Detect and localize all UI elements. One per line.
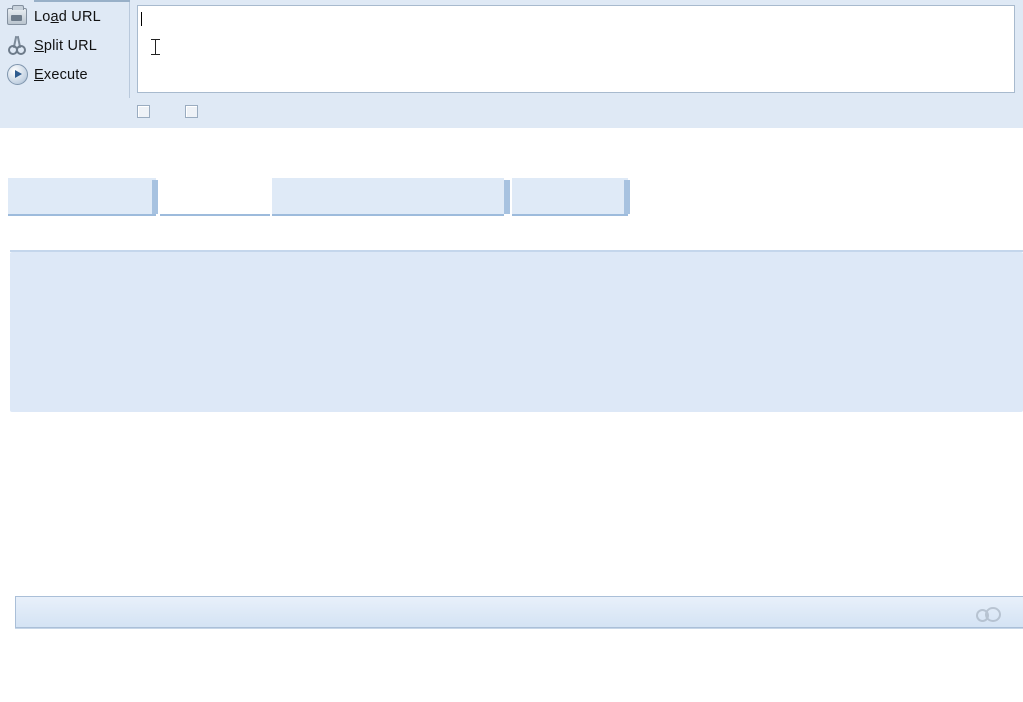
browser-page-content [0, 128, 1023, 637]
warning-message-row [0, 686, 1023, 702]
execute-label: Execute [34, 66, 88, 83]
tab-1[interactable] [8, 178, 156, 216]
mouse-ibeam-cursor [151, 38, 160, 56]
results-table-header [15, 596, 1023, 628]
hackbar-panel: Load URL Split URL Execute [0, 0, 1023, 128]
hackbar-options [137, 100, 206, 122]
site-tab-strip[interactable] [0, 178, 640, 218]
text-caret [141, 12, 142, 26]
site-nav-bar-redacted[interactable] [0, 136, 630, 166]
load-url-button[interactable]: Load URL [0, 2, 129, 31]
tab-divider [152, 180, 158, 214]
tab-2[interactable] [160, 178, 270, 216]
cloud-icon [976, 606, 1002, 623]
tab-4[interactable] [512, 178, 628, 216]
enable-referrer-checkbox[interactable] [185, 104, 206, 118]
url-input[interactable] [137, 5, 1015, 93]
hackbar-action-list: Load URL Split URL Execute [0, 2, 130, 98]
scissors-icon [0, 31, 34, 60]
hot-browse-panel [10, 252, 1023, 412]
load-url-icon [0, 2, 34, 31]
url-input-content [141, 10, 142, 28]
tab-divider [504, 180, 510, 214]
execute-button[interactable]: Execute [0, 60, 129, 89]
load-url-label: Load URL [34, 8, 101, 25]
watermark [976, 606, 1007, 623]
checkbox-box[interactable] [137, 104, 150, 118]
checkbox-box[interactable] [185, 104, 198, 118]
table-header-underline [15, 628, 1023, 629]
split-url-label: Split URL [34, 37, 98, 54]
enable-post-data-checkbox[interactable] [137, 104, 158, 118]
tab-divider [624, 180, 630, 214]
execute-play-icon [0, 60, 34, 89]
split-url-button[interactable]: Split URL [0, 31, 129, 60]
tab-3[interactable] [272, 178, 504, 216]
